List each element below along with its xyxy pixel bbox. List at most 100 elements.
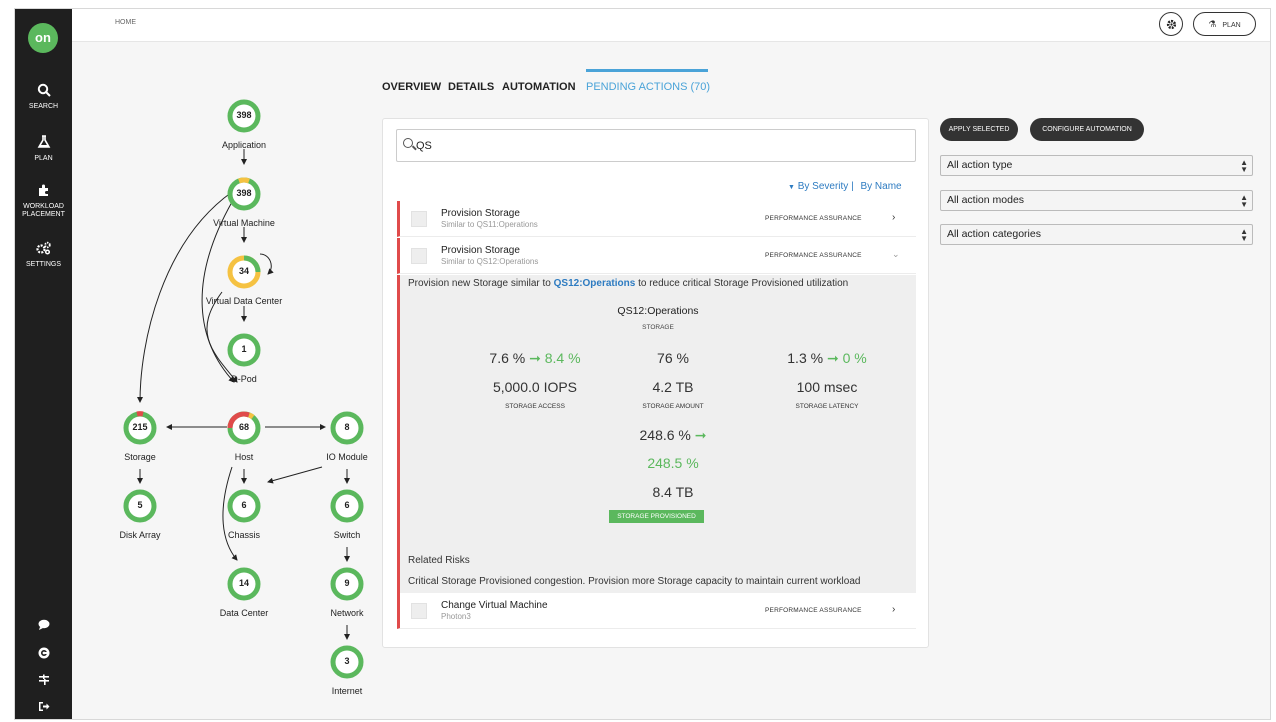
row-checkbox[interactable] (411, 248, 427, 264)
action-category: PERFORMANCE ASSURANCE (765, 252, 862, 259)
tab-details[interactable]: DETAILS (448, 81, 494, 93)
search-icon (15, 83, 72, 101)
action-category: PERFORMANCE ASSURANCE (765, 607, 862, 614)
description-text: to reduce critical Storage Provisioned u… (635, 278, 849, 289)
select-value: All action type (947, 159, 1013, 171)
row-checkbox[interactable] (411, 211, 427, 227)
metric-from: 76 % (657, 350, 689, 366)
metric-from: 1.3 % (787, 350, 824, 366)
sidebar-item-label: PLAN (34, 155, 53, 162)
chevron-down-icon[interactable]: ⌄ (892, 249, 900, 260)
provisioned-to: 248.5 % (647, 455, 699, 471)
sidebar-item-label: SETTINGS (25, 261, 61, 268)
chevron-right-icon[interactable]: › (892, 212, 895, 223)
metric-value: 4.2 TB (652, 379, 694, 395)
node-label-d-pod: D-Pod (231, 374, 257, 384)
sort-by-severity[interactable]: By Severity (798, 181, 849, 192)
metric-value: 100 msec (796, 379, 858, 395)
node-label-host: Host (234, 452, 254, 462)
select-arrows-icon: ▲ ▼ (1240, 158, 1248, 174)
node-count-application: 398 (236, 110, 252, 120)
metric-from: 248.6 % (639, 427, 691, 443)
logo[interactable]: on (28, 23, 58, 53)
action-row[interactable]: Provision Storage Similar to QS11:Operat… (397, 201, 916, 237)
node-count-internet: 3 (344, 656, 350, 666)
node-count-virtual-data-center: 34 (238, 266, 249, 276)
related-risks-heading: Related Risks (408, 555, 470, 566)
gears-icon (15, 241, 72, 259)
node-label-chassis: Chassis (227, 530, 260, 540)
provisioned-value: 8.4 TB (652, 484, 694, 500)
node-count-chassis: 6 (241, 500, 247, 510)
arrow-right-icon: ➞ (529, 350, 545, 366)
tab-pending-actions[interactable]: PENDING ACTIONS (70) (586, 81, 710, 93)
action-type-select[interactable]: All action type ▲ ▼ (940, 155, 1253, 176)
action-row[interactable]: Provision Storage Similar to QS12:Operat… (397, 238, 916, 274)
metric-change: 76 % (588, 350, 758, 366)
sidebar-item-settings[interactable]: SETTINGS (15, 241, 72, 269)
entity-type: STORAGE (642, 324, 674, 331)
node-label-virtual-machine: Virtual Machine (213, 218, 275, 228)
configure-automation-button[interactable]: CONFIGURE AUTOMATION (1030, 118, 1144, 141)
arrow-right-icon: ➞ (694, 427, 707, 443)
sort-controls: ▼ By Severity | By Name (788, 181, 902, 192)
plan-button-label: PLAN (1222, 22, 1241, 29)
settings-button[interactable] (1159, 12, 1183, 36)
tab-automation[interactable]: AUTOMATION (502, 81, 576, 93)
node-count-host: 68 (238, 422, 249, 432)
plan-button[interactable]: ⚗ PLAN (1193, 12, 1256, 36)
app-frame: on SEARCH PLAN WORKLOAD PLACEMENT SETTIN… (14, 8, 1271, 720)
related-risks-text: Critical Storage Provisioned congestion.… (408, 576, 861, 587)
node-count-storage: 215 (132, 422, 148, 432)
node-label-data-center: Data Center (219, 608, 269, 618)
tab-overview[interactable]: OVERVIEW (382, 81, 441, 93)
search-input[interactable] (416, 137, 896, 155)
sort-by-name[interactable]: By Name (860, 181, 901, 192)
status-badge: STORAGE PROVISIONED (609, 510, 704, 523)
help-icon[interactable] (15, 647, 72, 662)
action-modes-select[interactable]: All action modes ▲ ▼ (940, 190, 1253, 211)
flask-icon: ⚗ (1208, 19, 1217, 29)
metric-to: 8.4 % (544, 350, 581, 366)
chat-icon[interactable] (15, 619, 72, 633)
node-label-virtual-data-center: Virtual Data Center (205, 296, 283, 306)
action-subtitle: Similar to QS12:Operations (441, 257, 539, 266)
row-checkbox[interactable] (411, 603, 427, 619)
logout-icon[interactable] (15, 701, 72, 715)
sidebar-item-label: SEARCH (28, 103, 59, 110)
sidebar-item-plan[interactable]: PLAN (15, 135, 72, 163)
puzzle-icon (15, 183, 72, 201)
node-count-network: 9 (344, 578, 350, 588)
action-title: Change Virtual Machine (441, 600, 548, 611)
chevron-right-icon[interactable]: › (892, 604, 895, 615)
provisioned-change: 248.6 % ➞ (588, 427, 758, 444)
apply-selected-button[interactable]: APPLY SELECTED (940, 118, 1018, 141)
filter-icon[interactable] (15, 674, 72, 689)
caret-down-icon: ▼ (788, 184, 795, 191)
node-count-disk-array: 5 (137, 500, 143, 510)
search-box (396, 129, 916, 162)
arrow-right-icon: ➞ (826, 350, 843, 366)
sidebar-item-search[interactable]: SEARCH (15, 83, 72, 111)
sidebar-item-workload-placement[interactable]: WORKLOAD PLACEMENT (15, 183, 72, 219)
action-categories-select[interactable]: All action categories ▲ ▼ (940, 224, 1253, 245)
select-value: All action modes (947, 194, 1025, 206)
node-label-application: Application (221, 140, 267, 150)
metric-change: 1.3 % ➞ 0 % (742, 350, 912, 367)
node-label-disk-array: Disk Array (119, 530, 161, 540)
action-title: Provision Storage (441, 245, 520, 256)
entity-link[interactable]: QS12:Operations (554, 278, 636, 289)
active-tab-indicator (586, 69, 708, 72)
select-arrows-icon: ▲ ▼ (1240, 227, 1248, 243)
supply-chain-graph: 398 Application 398 Virtual Machine 34 V… (72, 42, 382, 719)
metric-to: 0 % (842, 350, 867, 366)
gear-icon (1166, 19, 1177, 33)
node-count-d-pod: 1 (241, 344, 247, 354)
node-count-virtual-machine: 398 (236, 188, 252, 198)
breadcrumb[interactable]: HOME (115, 19, 136, 26)
action-row[interactable]: Change Virtual Machine Photon3 PERFORMAN… (397, 593, 916, 629)
action-detail: Provision new Storage similar to QS12:Op… (397, 275, 916, 593)
entity-name: QS12:Operations (617, 305, 699, 317)
sort-separator: | (851, 181, 854, 192)
action-title: Provision Storage (441, 208, 520, 219)
